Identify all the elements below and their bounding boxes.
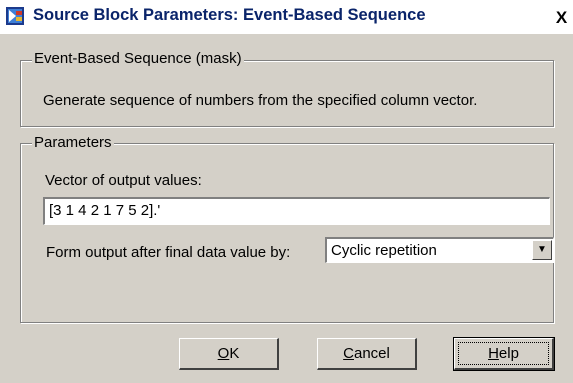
form-output-label: Form output after final data value by: xyxy=(46,244,291,261)
cancel-label-rest: ancel xyxy=(353,345,390,362)
ok-mnemonic: O xyxy=(217,345,230,362)
mask-group-legend: Event-Based Sequence (mask) xyxy=(32,50,244,67)
cancel-mnemonic: C xyxy=(343,345,354,362)
mask-description: Generate sequence of numbers from the sp… xyxy=(43,92,478,109)
form-output-select-value: Cyclic repetition xyxy=(331,242,437,259)
close-button[interactable]: X xyxy=(550,8,573,28)
cancel-button[interactable]: Cancel xyxy=(317,338,417,370)
parameters-group-legend: Parameters xyxy=(32,134,114,151)
help-button[interactable]: Help xyxy=(453,337,555,371)
window-title: Source Block Parameters: Event-Based Seq… xyxy=(33,6,426,24)
chevron-down-icon[interactable]: ▼ xyxy=(532,240,552,260)
parameters-groupbox xyxy=(20,143,554,323)
vector-input[interactable]: [3 1 4 2 1 7 5 2].' xyxy=(43,197,550,225)
ok-label-rest: K xyxy=(229,345,240,362)
vector-label: Vector of output values: xyxy=(45,172,202,189)
simulink-block-icon xyxy=(6,7,24,25)
help-focus-rect xyxy=(458,342,549,365)
form-output-select[interactable]: Cyclic repetition ▼ xyxy=(325,237,554,263)
vector-input-value: [3 1 4 2 1 7 5 2].' xyxy=(49,202,161,219)
title-bar: Source Block Parameters: Event-Based Seq… xyxy=(0,0,573,34)
ok-button[interactable]: OK xyxy=(179,338,279,370)
